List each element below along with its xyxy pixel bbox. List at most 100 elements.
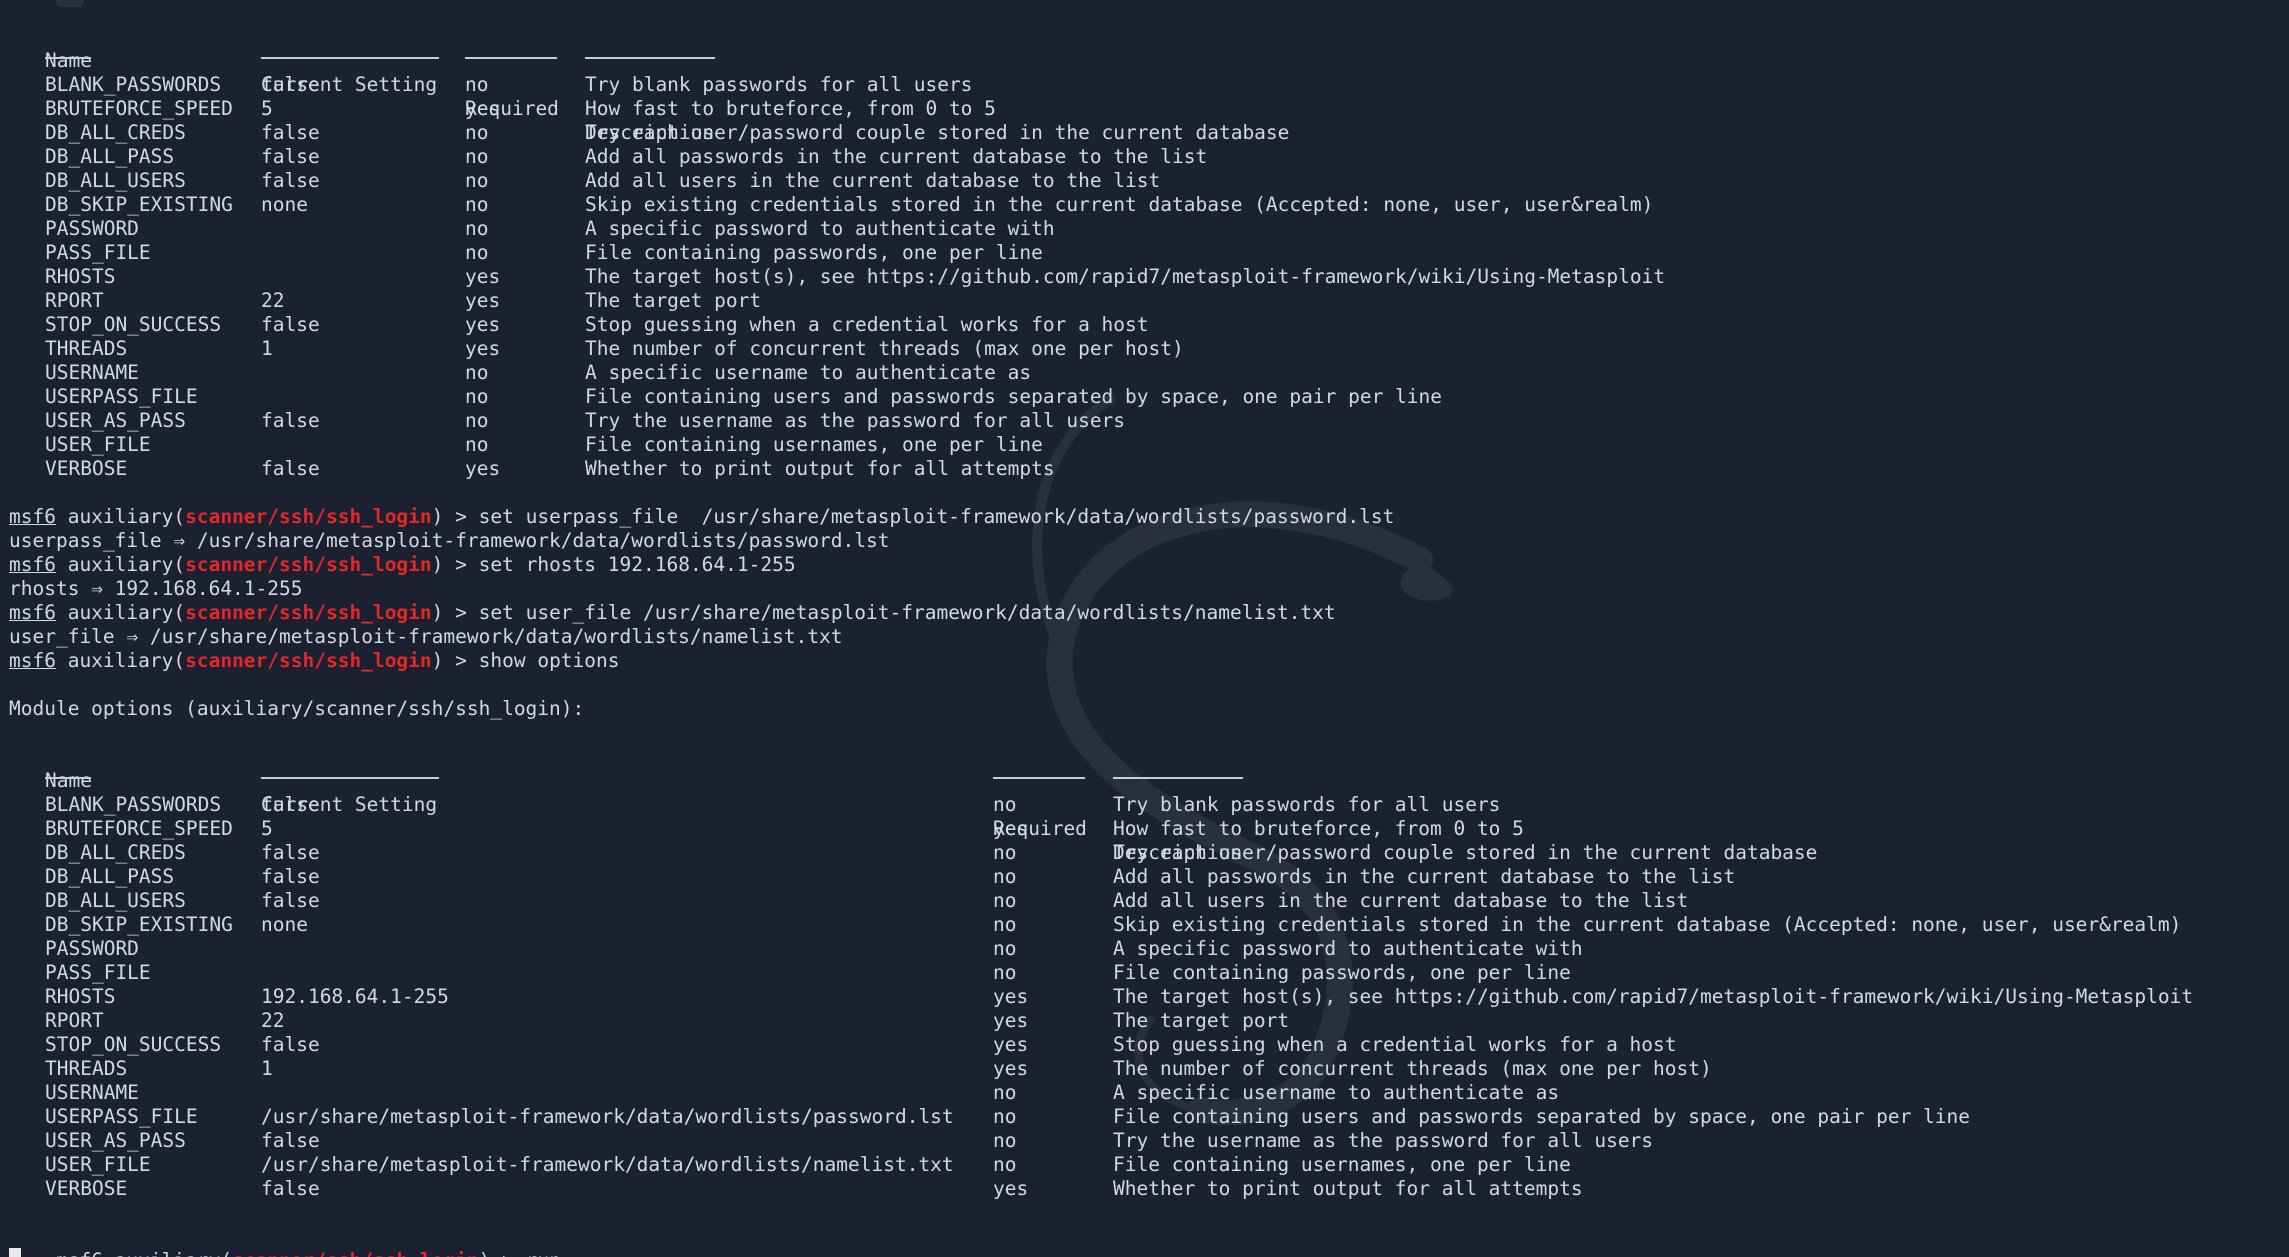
table1-cell-name: RPORT (45, 289, 104, 312)
table1-cell-name: DB_ALL_CREDS (45, 121, 186, 144)
table2-cell-name: DB_ALL_USERS (45, 889, 186, 912)
table1-cell-current-setting: false (261, 145, 320, 168)
prompt-module: scanner/ssh/ssh_login (185, 505, 432, 528)
table1-cell-current-setting: 5 (261, 97, 273, 120)
table1-header-row: Name Current Setting Required Descriptio… (9, 25, 714, 144)
prompt-prefix: auxiliary( (55, 601, 186, 624)
command-prompt-line[interactable]: msf6 auxiliary(scanner/ssh/ssh_login) > … (9, 649, 620, 673)
table2-cell-description: File containing passwords, one per line (1113, 961, 1571, 984)
command-output-line: user_file ⇒ /usr/share/metasploit-framew… (9, 625, 843, 648)
table1-cell-required: yes (465, 265, 501, 288)
command-text[interactable]: set user_file /usr/share/metasploit-fram… (479, 601, 1336, 624)
prompt-module: scanner/ssh/ssh_login (232, 1249, 479, 1257)
table1-cell-description: A specific password to authenticate with (585, 217, 1055, 240)
command-prompt-line[interactable]: msf6 auxiliary(scanner/ssh/ssh_login) > … (9, 601, 1336, 625)
prompt-prefix: auxiliary( (103, 1249, 232, 1257)
table2-cell-current-setting: 192.168.64.1-255 (261, 985, 449, 1008)
table1-cell-required: no (465, 433, 489, 456)
table1-cell-name: STOP_ON_SUCCESS (45, 313, 222, 336)
table2-cell-current-setting: false (261, 865, 320, 888)
table1-cell-required: no (465, 409, 489, 432)
table1-cell-current-setting: false (261, 313, 320, 336)
table2-cell-name: BLANK_PASSWORDS (45, 793, 222, 816)
table1-cell-name: THREADS (45, 337, 128, 360)
table2-cell-current-setting: false (261, 1129, 320, 1152)
table2-cell-description: File containing users and passwords sepa… (1113, 1105, 1971, 1128)
table1-cell-description: File containing users and passwords sepa… (585, 385, 1443, 408)
table2-cell-description: Add all passwords in the current databas… (1113, 865, 1736, 888)
prompt-suffix: ) > (479, 1249, 526, 1257)
table2-cell-name: THREADS (45, 1057, 128, 1080)
prompt-prefix: auxiliary( (55, 649, 186, 672)
prompt-prefix: auxiliary( (55, 553, 186, 576)
terminal-cursor (9, 1248, 21, 1257)
command-output-line: userpass_file ⇒ /usr/share/metasploit-fr… (9, 529, 890, 552)
table1-cell-name: PASSWORD (45, 217, 139, 240)
table2-cell-required: yes (993, 1033, 1029, 1056)
command-prompt-line[interactable]: msf6 auxiliary(scanner/ssh/ssh_login) > … (9, 505, 1394, 529)
prompt-msf: msf6 (9, 553, 56, 576)
command-text[interactable]: set userpass_file /usr/share/metasploit-… (479, 505, 1395, 528)
module-options-title: Module options (auxiliary/scanner/ssh/ss… (9, 697, 585, 720)
table1-cell-description: File containing usernames, one per line (585, 433, 1043, 456)
table2-header-name: Name (45, 769, 92, 792)
table2-cell-name: RHOSTS (45, 985, 116, 1008)
table2-cell-current-setting: false (261, 889, 320, 912)
terminal-output[interactable]: Name Current Setting Required Descriptio… (9, 0, 2279, 1257)
table2-header-row: Name Current Setting Required Descriptio… (9, 745, 1242, 864)
table1-cell-name: DB_SKIP_EXISTING (45, 193, 233, 216)
table1-cell-description: File containing passwords, one per line (585, 241, 1043, 264)
table1-cell-required: yes (465, 97, 501, 120)
table1-cell-description: Add all passwords in the current databas… (585, 145, 1208, 168)
table2-cell-required: no (993, 865, 1017, 888)
table1-cell-current-setting: none (261, 193, 308, 216)
table2-cell-required: no (993, 793, 1017, 816)
table2-cell-name: USER_FILE (45, 1153, 151, 1176)
prompt-msf: msf6 (9, 601, 56, 624)
table2-cell-required: yes (993, 1177, 1029, 1200)
prompt-prefix: auxiliary( (55, 505, 186, 528)
table2-cell-name: PASSWORD (45, 937, 139, 960)
table2-cell-description: A specific username to authenticate as (1113, 1081, 1560, 1104)
final-command[interactable]: run (526, 1249, 561, 1257)
table1-cell-description: Add all users in the current database to… (585, 169, 1161, 192)
table2-cell-required: no (993, 1105, 1017, 1128)
table1-cell-description: Try each user/password couple stored in … (585, 121, 1290, 144)
table2-cell-description: The number of concurrent threads (max on… (1113, 1057, 1712, 1080)
table1-cell-description: Whether to print output for all attempts (585, 457, 1055, 480)
table1-cell-name: BLANK_PASSWORDS (45, 73, 222, 96)
final-prompt-line[interactable]: msf6 auxiliary(scanner/ssh/ssh_login) > … (9, 1225, 561, 1257)
table2-cell-description: How fast to bruteforce, from 0 to 5 (1113, 817, 1524, 840)
prompt-msf: msf6 (9, 649, 56, 672)
table2-cell-name: RPORT (45, 1009, 104, 1032)
table1-cell-required: yes (465, 289, 501, 312)
table2-cell-name: STOP_ON_SUCCESS (45, 1033, 222, 1056)
table1-cell-current-setting: false (261, 457, 320, 480)
table2-cell-current-setting: false (261, 1177, 320, 1200)
prompt-module: scanner/ssh/ssh_login (185, 553, 432, 576)
command-prompt-line[interactable]: msf6 auxiliary(scanner/ssh/ssh_login) > … (9, 553, 796, 577)
table2-cell-required: no (993, 889, 1017, 912)
prompt-suffix: ) > (431, 649, 479, 672)
table1-cell-required: no (465, 121, 489, 144)
table1-cell-name: VERBOSE (45, 457, 128, 480)
command-text[interactable]: show options (479, 649, 620, 672)
table2-cell-required: yes (993, 1057, 1029, 1080)
table2-cell-description: Stop guessing when a credential works fo… (1113, 1033, 1677, 1056)
table2-cell-name: DB_ALL_CREDS (45, 841, 186, 864)
table1-cell-name: RHOSTS (45, 265, 116, 288)
table1-cell-required: no (465, 145, 489, 168)
table2-cell-description: Whether to print output for all attempts (1113, 1177, 1583, 1200)
table1-cell-name: USERNAME (45, 361, 139, 384)
table1-cell-current-setting: 22 (261, 289, 285, 312)
command-text[interactable]: set rhosts 192.168.64.1-255 (479, 553, 796, 576)
table1-cell-description: Skip existing credentials stored in the … (585, 193, 1654, 216)
table2-cell-current-setting: false (261, 1033, 320, 1056)
table1-cell-description: The target port (585, 289, 762, 312)
table2-cell-current-setting: /usr/share/metasploit-framework/data/wor… (261, 1153, 954, 1176)
table2-cell-name: DB_ALL_PASS (45, 865, 175, 888)
table1-cell-required: no (465, 361, 489, 384)
prompt-module: scanner/ssh/ssh_login (185, 601, 432, 624)
table2-cell-required: no (993, 1129, 1017, 1152)
table1-cell-current-setting: false (261, 121, 320, 144)
